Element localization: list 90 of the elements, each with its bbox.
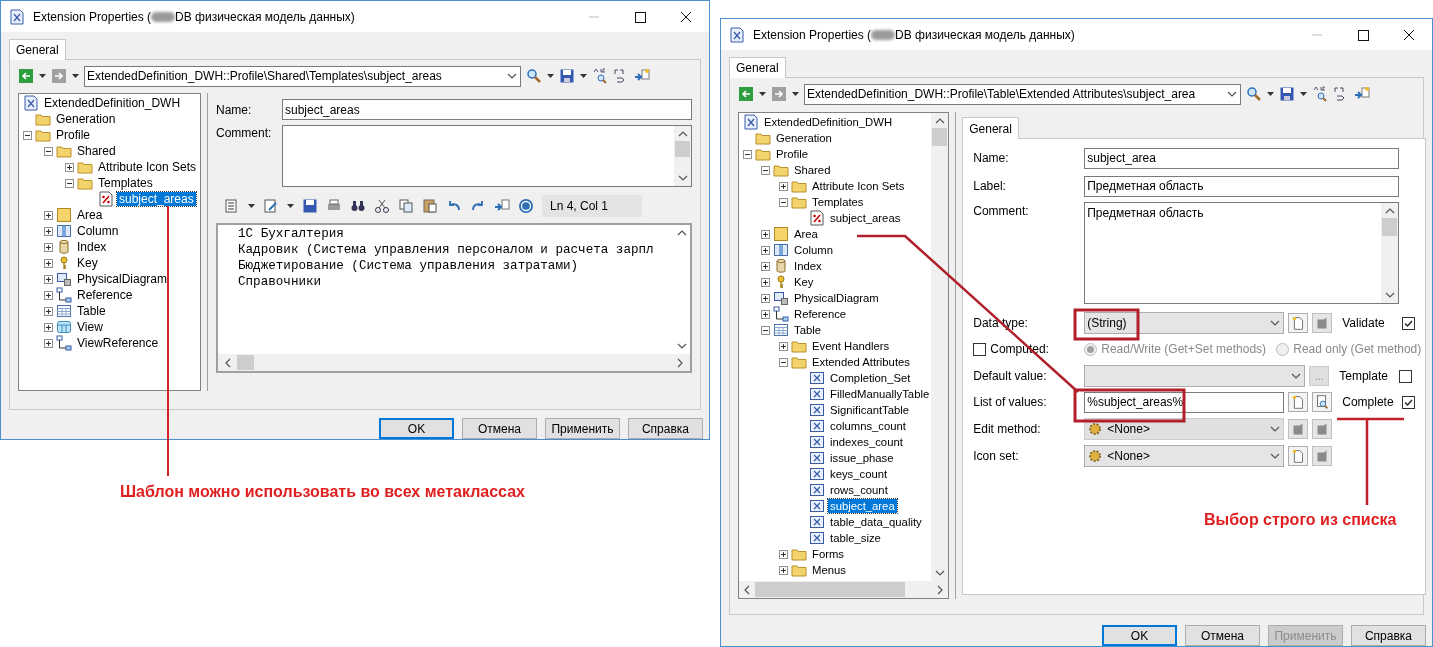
name-field[interactable]: subject_areas (282, 99, 692, 120)
label-field[interactable]: Предметная область (1084, 175, 1400, 197)
tree-item[interactable]: ExtendedDefinition_DWH (762, 115, 895, 129)
code-line: Справочники (238, 274, 323, 290)
tree-item[interactable]: Profile (54, 128, 92, 142)
path-combobox[interactable]: ExtendedDefinition_DWH::Profile\Shared\Templates\subject_areas (84, 65, 521, 87)
cursor-position: Ln 4, Col 1 (542, 195, 642, 217)
tree-item[interactable]: Attribute Icon Sets (96, 160, 199, 174)
data-type-select[interactable]: (String) (1084, 312, 1285, 334)
radio-label: Read only (Get method) (1293, 341, 1422, 358)
field-label: Default value: (973, 368, 1048, 385)
tree-item[interactable]: Column (75, 224, 121, 238)
dialog-button[interactable]: Справка (628, 418, 703, 439)
tree-item[interactable]: View (75, 320, 105, 334)
tree-item[interactable]: Shared (792, 163, 833, 177)
code-line: 1С Бухгалтерия (238, 226, 345, 242)
tree-item[interactable]: columns_count (828, 419, 908, 433)
icon-set-select[interactable]: <None> (1084, 445, 1285, 467)
tree-item[interactable]: keys_count (828, 467, 890, 481)
tree-item[interactable]: Shared (75, 144, 118, 158)
tree-item[interactable]: Reference (792, 307, 849, 321)
tree-item[interactable]: Index (792, 259, 824, 273)
tree-item[interactable]: subject_area (828, 499, 897, 513)
tree-item[interactable]: issue_phase (828, 451, 896, 465)
tree-item[interactable]: Table (792, 323, 823, 337)
tree-item[interactable]: PhysicalDiagram (75, 272, 170, 286)
tab[interactable]: General (9, 39, 66, 60)
tree-item[interactable]: Key (75, 256, 100, 270)
tree-item[interactable]: subject_areas (828, 211, 903, 225)
field-label: Name: (216, 101, 253, 119)
window-title: DB физическая модель данных) (175, 8, 355, 26)
dialog-button[interactable]: Отмена (462, 418, 537, 439)
tree-item[interactable]: Event Handlers (810, 339, 892, 353)
tree-item[interactable]: ViewReference (75, 336, 161, 350)
list-of-values-field[interactable]: %subject_areas% (1084, 391, 1285, 413)
window-title: Extension Properties ( (753, 26, 872, 44)
dialog-button[interactable]: Отмена (1185, 625, 1260, 646)
tree-item[interactable]: Extended Attributes (810, 355, 912, 369)
window-title: DB физическая модель данных) (895, 26, 1075, 44)
tree-item[interactable]: Key (792, 275, 816, 289)
comment-field[interactable]: Предметная область (1084, 202, 1400, 304)
tree-item[interactable]: SignificantTable (828, 403, 912, 417)
dialog-button[interactable]: Применить (545, 418, 620, 439)
field-label: Edit method: (973, 421, 1042, 438)
tree-item[interactable]: Column (792, 243, 835, 257)
field-label: Comment: (973, 203, 1030, 220)
tree-item[interactable]: Templates (810, 195, 866, 209)
annotation-text: Шаблон можно использовать во всех метаклассах (120, 482, 525, 502)
tree-item[interactable]: PhysicalDiagram (792, 291, 881, 305)
tab[interactable]: General (729, 57, 786, 78)
tree-item[interactable]: Profile (774, 147, 811, 161)
tree-item[interactable]: Index (75, 240, 109, 254)
tree-item[interactable]: subject_areas (117, 192, 196, 206)
tree-item[interactable]: Generation (54, 112, 118, 126)
tree-item[interactable]: FilledManuallyTable (828, 387, 932, 401)
tree-item[interactable]: Reference (75, 288, 135, 302)
tree-item[interactable]: Generation (774, 131, 834, 145)
dialog-button[interactable]: OK (379, 418, 454, 439)
code-editor[interactable]: 1С Бухгалтерия Кадровик (Система управления персоналом и расчета зарпл Бюджетирование (Система управления затратами) Справочники (216, 223, 692, 373)
radio-label: Read/Write (Get+Set methods) (1101, 341, 1267, 358)
tree-item[interactable]: Area (792, 227, 820, 241)
tree-item[interactable]: Forms (810, 547, 846, 561)
tree-item[interactable]: Completion_Set (828, 371, 913, 385)
tree-item[interactable]: table_size (828, 531, 883, 545)
tree-item[interactable]: table_data_quality (828, 515, 924, 529)
field-label: Comment: (216, 125, 273, 141)
tab[interactable]: General (962, 117, 1019, 139)
checkbox-label: Validate (1342, 315, 1386, 332)
field-label: List of values: (973, 394, 1048, 411)
field-label: Label: (973, 178, 1007, 195)
window-title: Extension Properties ( (33, 8, 152, 26)
tree-item[interactable]: indexes_count (828, 435, 905, 449)
checkbox-label: Complete (1342, 394, 1395, 411)
code-line: Бюджетирование (Система управления затратами) (238, 258, 580, 274)
tree-item[interactable]: Menus (810, 563, 848, 577)
tree-item[interactable]: ExtendedDefinition_DWH (42, 96, 183, 110)
tree-item[interactable]: rows_count (828, 483, 890, 497)
name-field[interactable]: subject_area (1084, 147, 1400, 169)
field-label: Icon set: (973, 448, 1020, 465)
dialog-button[interactable]: OK (1102, 625, 1177, 646)
dialog-button[interactable]: Справка (1351, 625, 1426, 646)
checkbox-label: Template (1339, 368, 1389, 385)
code-line: Кадровик (Система управления персоналом и расчета зарпл (238, 242, 655, 258)
tree-item[interactable]: Templates (96, 176, 155, 190)
tree-item[interactable]: Attribute Icon Sets (810, 179, 907, 193)
path-combobox[interactable]: ExtendedDefinition_DWH::Profile\Table\Extended Attributes\subject_area (804, 83, 1241, 105)
tree-item[interactable]: Table (75, 304, 108, 318)
field-label: Name: (973, 150, 1010, 167)
annotation-text: Выбор строго из списка (1204, 510, 1397, 530)
tree-item[interactable]: Area (75, 208, 105, 222)
